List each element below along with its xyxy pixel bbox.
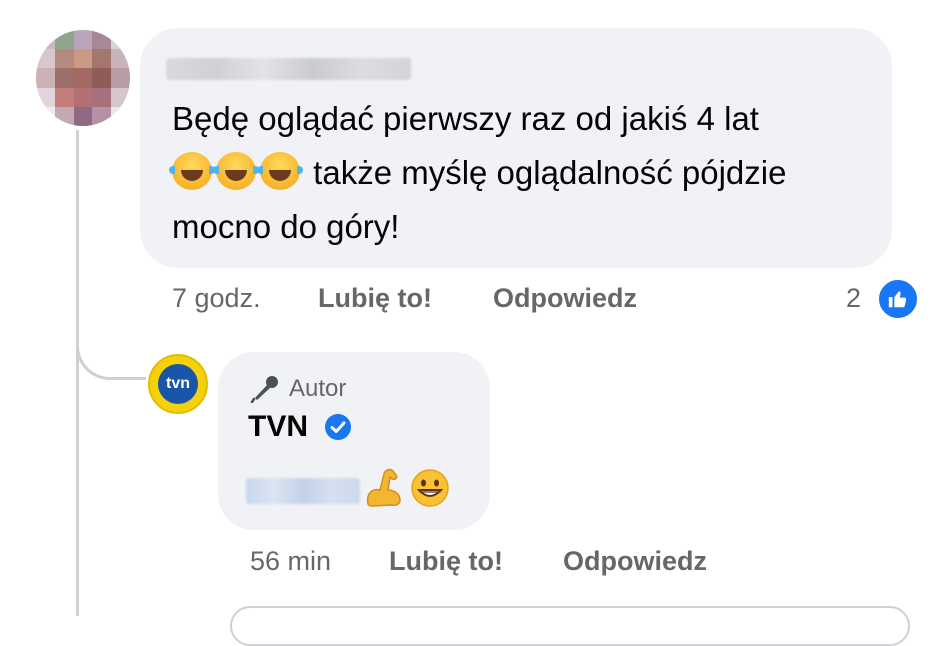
verified-badge-icon: [324, 413, 352, 441]
thumbs-up-icon[interactable]: [877, 278, 919, 320]
thread-line: [76, 130, 79, 616]
reply-input-field[interactable]: [230, 606, 910, 646]
laugh-cry-emoji-icon: [213, 152, 259, 190]
comment-line-2: także myślę oglądalność pójdzie: [304, 154, 787, 191]
laugh-cry-emoji-icon: [169, 152, 215, 190]
comment-line-3: mocno do góry!: [172, 208, 400, 245]
reply-author-name[interactable]: TVN: [248, 410, 308, 444]
reply-reply-button[interactable]: Odpowiedz: [563, 546, 707, 577]
thread-reply-connector: [76, 300, 146, 380]
author-badge: Autor: [289, 375, 347, 402]
microphone-icon: [250, 375, 280, 404]
comment-reply-button[interactable]: Odpowiedz: [493, 283, 637, 314]
comment-line-1: Będę oglądać pierwszy raz od jakiś 4 lat: [172, 100, 759, 137]
comment-text: Będę oglądać pierwszy raz od jakiś 4 lat…: [169, 92, 872, 254]
like-count[interactable]: 2: [846, 283, 861, 314]
laugh-cry-emoji-icon: [257, 152, 303, 190]
reply-text-blurred: [246, 478, 360, 504]
tvn-avatar[interactable]: tvn: [148, 354, 208, 414]
reply-timestamp[interactable]: 56 min: [250, 546, 331, 577]
comment-line-2-wrap: także myślę oglądalność pójdzie: [169, 146, 872, 200]
grinning-emoji-icon: [410, 468, 450, 508]
comment-like-button[interactable]: Lubię to!: [318, 283, 432, 314]
flexed-biceps-emoji-icon: [362, 464, 406, 508]
tvn-logo: tvn: [158, 364, 198, 404]
reply-like-button[interactable]: Lubię to!: [389, 546, 503, 577]
commenter-name-blurred[interactable]: [166, 58, 411, 80]
comment-timestamp[interactable]: 7 godz.: [172, 283, 261, 314]
commenter-avatar[interactable]: [36, 30, 130, 126]
